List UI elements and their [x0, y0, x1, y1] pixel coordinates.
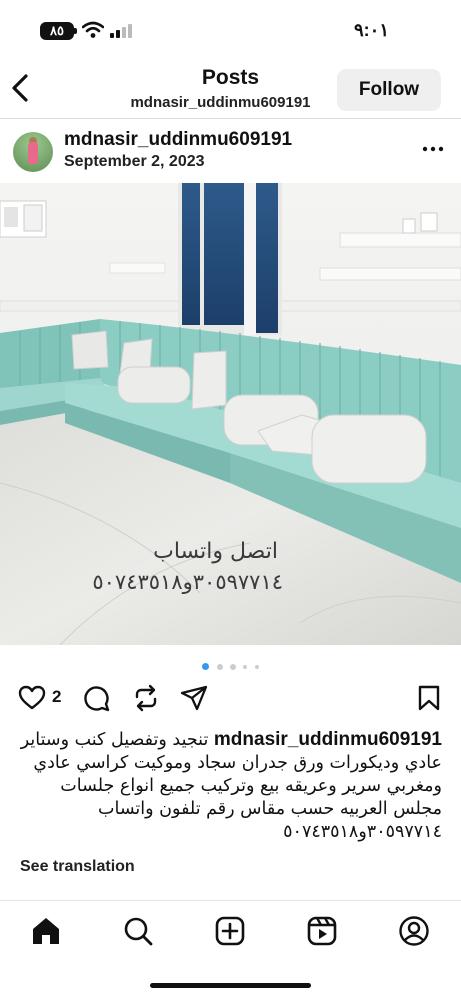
- carousel-dot: [243, 664, 248, 669]
- carousel-dot-active: [202, 663, 210, 671]
- profile-icon[interactable]: [398, 915, 430, 947]
- carousel-dot: [230, 663, 236, 670]
- bookmark-icon[interactable]: [415, 684, 443, 712]
- post-header: mdnasir_uddinmu609191 September 2, 2023: [0, 119, 461, 183]
- post-actions: 2: [0, 680, 461, 716]
- bottom-tab-bar: [0, 900, 461, 964]
- status-time: ٩:٠١: [354, 20, 389, 40]
- carousel-dot: [254, 664, 259, 669]
- post-username[interactable]: mdnasir_uddinmu609191: [64, 129, 292, 151]
- follow-button[interactable]: Follow: [337, 69, 441, 111]
- posts-header: Posts mdnasir_uddinmu609191 Follow: [0, 56, 461, 118]
- send-icon[interactable]: [180, 684, 208, 712]
- post-image[interactable]: اتصل واتساب ٣٠٥٩٧٧١٤و٥٠٧٤٣٥١٨: [0, 183, 461, 645]
- post-date: September 2, 2023: [64, 153, 205, 170]
- heart-icon[interactable]: [18, 684, 46, 712]
- battery-level: ٨٥: [50, 23, 64, 38]
- image-text-line2: ٣٠٥٩٧٧١٤و٥٠٧٤٣٥١٨: [92, 570, 283, 594]
- image-text-line1: اتصل واتساب: [153, 539, 278, 564]
- carousel-indicator: [0, 658, 461, 671]
- status-bar: ٨٥ ٩:٠١: [0, 0, 461, 56]
- avatar[interactable]: [13, 132, 53, 172]
- cellular-signal-icon: [110, 24, 132, 38]
- carousel-dot: [216, 663, 223, 670]
- home-icon[interactable]: [30, 915, 62, 947]
- comment-icon[interactable]: [82, 684, 110, 712]
- battery-icon: ٨٥: [40, 22, 77, 40]
- wifi-icon: [82, 21, 104, 38]
- caption-username[interactable]: mdnasir_uddinmu609191: [214, 729, 442, 750]
- see-translation-link[interactable]: See translation: [20, 858, 135, 876]
- search-icon[interactable]: [122, 915, 154, 947]
- repost-icon[interactable]: [132, 684, 160, 712]
- like-count[interactable]: 2: [52, 687, 61, 707]
- create-icon[interactable]: [214, 915, 246, 947]
- home-indicator: [150, 983, 311, 988]
- reels-icon[interactable]: [306, 915, 338, 947]
- post-caption: mdnasir_uddinmu609191 تنجيد وتفصيل كنب و…: [18, 728, 442, 844]
- more-horizontal-icon[interactable]: [421, 137, 445, 161]
